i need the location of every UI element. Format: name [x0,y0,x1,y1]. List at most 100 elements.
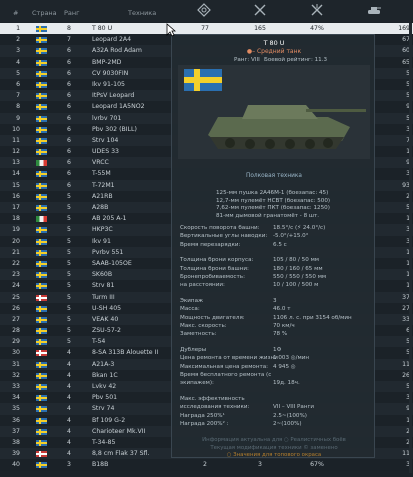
row-number: 9 [16,114,20,122]
row-vehicle-name: Turm III [92,293,115,301]
row-rank: 5 [67,327,71,335]
footer-note: Текущая модификация техники © заменено [210,444,338,451]
tooltip-rank: Ранг: VIII [234,57,260,63]
row-rank: 6 [67,103,71,111]
row-vehicle-name: SK60B [92,271,113,279]
row-rank: 6 [67,136,71,144]
row-rank: 5 [67,259,71,267]
row-vehicle-name: lvrbv 701 [92,114,122,122]
country-flag-icon [36,350,47,357]
row-rank: 4 [67,349,71,357]
col-rank[interactable]: Ранг [64,9,80,17]
table-row[interactable]: 40 3 B18B 2 3 67% 3 [0,459,413,471]
col-country[interactable]: Страна [32,9,57,17]
row-rank: 4 [67,405,71,413]
country-flag-icon [36,462,47,469]
row-rank: 4 [67,427,71,435]
country-flag-icon [36,272,47,279]
table-row[interactable]: 1 8 T 80 U 77 165 47% 169 [0,23,413,35]
stat-label: Скорость поворота башни: [180,225,260,231]
row-rank: 5 [67,192,71,200]
row-number: 23 [12,271,20,279]
row-rank: 4 [67,394,71,402]
stat-label: Экипаж [180,297,204,304]
row-stat-2: 165 [254,25,266,32]
country-flag-icon [36,149,47,156]
row-stat-1: 77 [201,25,209,32]
row-number: 12 [12,148,20,156]
row-vehicle-name: CV 9030FIN [92,69,129,77]
row-vehicle-name: A32A Rod Adam [92,47,142,55]
tooltip-title: T 80 U [263,39,285,47]
row-stat-4: 60 [402,47,410,55]
row-vehicle-name: T-34-85 [92,438,116,446]
row-stat-4: 3 [388,168,410,179]
stat-value: 1106 л. с. при 3154 об/мин [273,314,352,321]
row-vehicle-name: Pbv 302 (BILL) [92,125,137,133]
row-rank: 5 [67,293,71,301]
row-stat-4: 1 [388,258,410,269]
stat-label: Время бесплатного ремонта (с [180,372,272,378]
row-vehicle-name: Pbv 501 [92,394,118,402]
country-flag-icon [36,137,47,144]
row-stat-4: 1 [388,247,410,258]
row-rank: 6 [67,69,71,77]
row-vehicle-name: T-55M [92,170,111,178]
country-flag-icon [36,260,47,267]
row-rank: 4 [67,360,71,368]
row-winrate: 67% [310,461,324,469]
row-vehicle-name: VEAK 40 [92,315,119,323]
stat-value: 70 км/ч [273,323,295,329]
country-flag-icon [36,216,47,223]
row-rank: 6 [67,181,71,189]
stat-label: Макс. эффективность [180,395,245,402]
row-number: 8 [16,103,20,111]
row-vehicle-name: 8,8 cm Flak 37 Sfl. [92,450,150,458]
country-flag-icon [36,384,47,390]
tank-icon[interactable] [366,2,382,18]
country-flag-icon [36,439,47,446]
row-number: 36 [12,416,20,424]
row-number: 30 [12,349,20,357]
stat-value: 10 / 100 / 500 м [273,282,319,289]
row-rank: 5 [67,271,71,279]
row-stat-4: 5 [388,336,410,347]
row-stat-4: 5 [388,90,410,101]
crosshair-icon[interactable] [196,2,212,18]
row-rank: 7 [67,36,71,44]
row-number: 7 [16,92,20,100]
row-stat-4: 37 [402,293,410,301]
row-number: 15 [12,181,20,189]
stat-value: -5.0°/+15.0° [273,233,309,240]
kills-icon[interactable] [309,2,325,18]
row-number: 28 [12,327,20,335]
country-flag-icon [36,428,47,435]
row-number: 14 [12,170,20,178]
row-rank: 5 [67,315,71,323]
stat-value: 1⚙ [273,346,282,353]
row-number: 6 [16,80,20,88]
row-number: 18 [12,215,20,223]
scrollbar[interactable] [409,23,412,473]
row-stat-4: 2 [388,426,410,437]
row-vehicle-name: Strv 81 [92,282,115,290]
row-rank: 4 [67,438,71,446]
assists-icon[interactable] [252,2,268,18]
country-flag-icon [36,395,47,402]
tooltip-br: Боевой рейтинг: 11.3 [264,57,328,63]
row-stat-4: 3 [388,224,410,235]
stat-value: 19д. 18ч. [273,380,300,387]
row-rank: 6 [67,159,71,167]
row-number: 29 [12,338,20,346]
country-flag-icon [36,238,47,245]
row-stat-4: 7 [388,135,410,146]
row-vehicle-name: A21A-3 [92,360,115,368]
row-rank: 6 [67,58,71,66]
col-vehicle[interactable]: Техника [128,9,156,17]
row-vehicle-name: HKP3C [92,226,113,234]
country-flag-icon [36,294,47,301]
row-rank: 3 [67,461,71,469]
country-flag-icon [36,126,47,133]
stat-value: 6.5 с [273,241,287,248]
row-stat-4: 5 [388,202,410,213]
